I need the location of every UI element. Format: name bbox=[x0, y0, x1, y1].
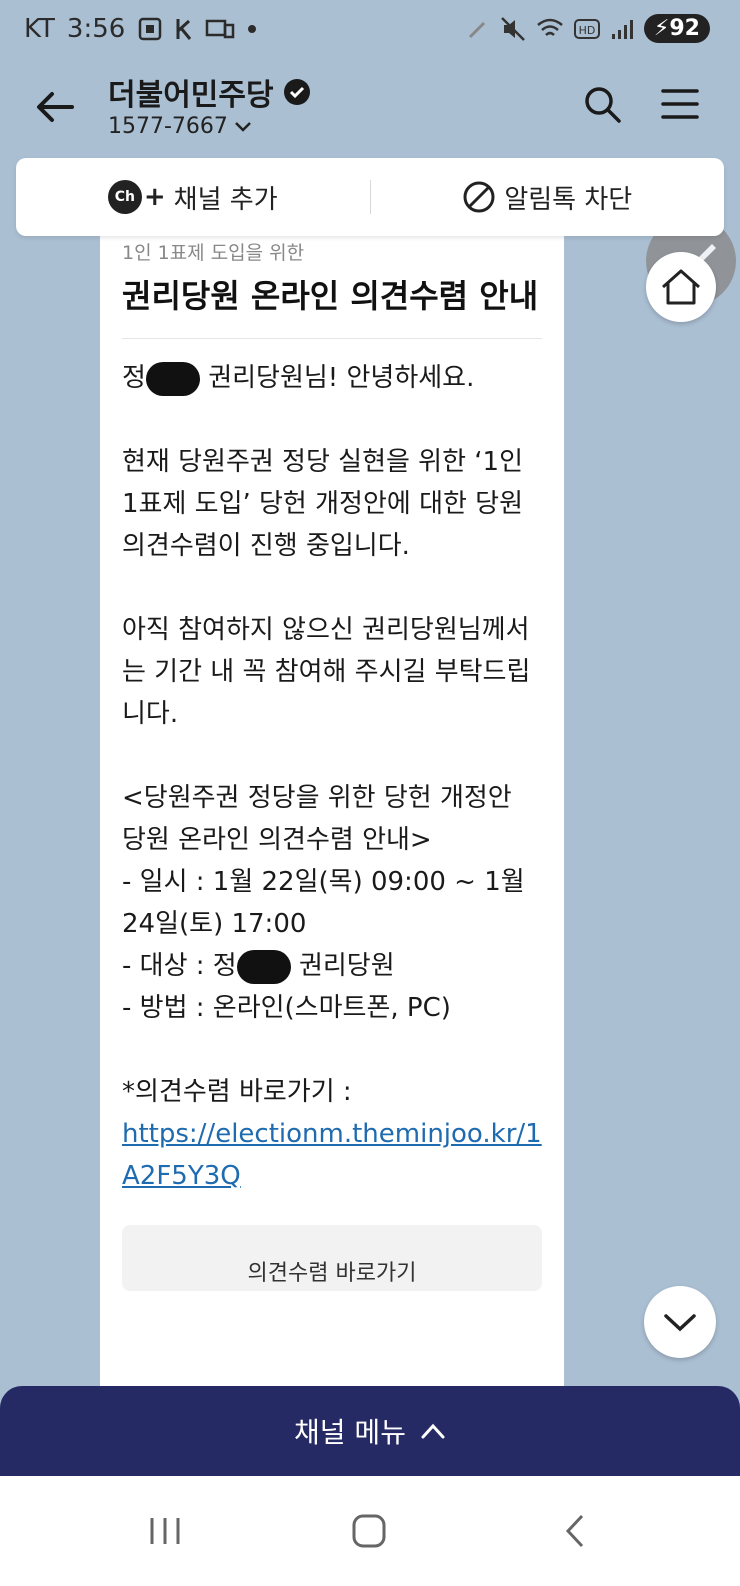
target-prefix: - 대상 : 정 bbox=[122, 951, 237, 981]
back-arrow-icon[interactable] bbox=[30, 82, 80, 132]
paragraph-2: 아직 참여하지 않으신 권리당원님께서는 기간 내 꼭 참여해 주시길 부탁드립… bbox=[122, 615, 531, 729]
channel-menu-label: 채널 메뉴 bbox=[294, 1416, 406, 1449]
paragraph-1: 현재 당원주권 정당 실현을 위한 ‘1인 1표제 도입’ 당헌 개정안에 대한… bbox=[122, 447, 524, 561]
survey-shortcut-button[interactable]: 의견수렴 바로가기 bbox=[122, 1225, 542, 1291]
greeting-suffix: 권리당원님! 안녕하세요. bbox=[208, 363, 475, 393]
channel-add-icon: Ch bbox=[107, 180, 142, 214]
add-channel-label: 채널 추가 bbox=[173, 184, 278, 215]
channel-action-bar: Ch + 채널 추가 알림톡 차단 bbox=[16, 158, 724, 236]
channel-menu-bar[interactable]: 채널 메뉴 bbox=[0, 1386, 740, 1476]
home-button[interactable] bbox=[646, 252, 716, 322]
redacted-name bbox=[145, 361, 200, 396]
link-label: *의견수렴 바로가기 : bbox=[122, 1077, 352, 1107]
plus-icon: + bbox=[143, 182, 166, 212]
block-alimtalk-button[interactable]: 알림톡 차단 bbox=[371, 179, 725, 216]
chevron-up-icon bbox=[421, 1423, 445, 1439]
block-alimtalk-label: 알림톡 차단 bbox=[504, 184, 633, 215]
notice-method: - 방법 : 온라인(스마트폰, PC) bbox=[122, 993, 451, 1023]
devices-icon bbox=[206, 19, 235, 39]
battery-level: 92 bbox=[669, 16, 700, 41]
hamburger-menu-icon[interactable] bbox=[660, 84, 700, 124]
channel-title[interactable]: 더불어민주당 bbox=[108, 70, 312, 114]
system-nav-bar bbox=[0, 1476, 740, 1586]
status-bar: KT 3:56 HD ⚡92 bbox=[0, 0, 740, 66]
message-headline: 권리당원 온라인 의견수렴 안내 bbox=[122, 272, 542, 339]
carrier-label: KT bbox=[24, 14, 55, 44]
search-icon[interactable] bbox=[582, 84, 622, 124]
phone-number: 1577-7667 bbox=[108, 114, 228, 139]
screenshot-icon bbox=[139, 17, 162, 41]
chevron-down-icon bbox=[664, 1314, 696, 1332]
channel-phone[interactable]: 1577-7667 bbox=[108, 114, 252, 139]
scroll-down-button[interactable] bbox=[644, 1286, 716, 1358]
redacted-name bbox=[236, 949, 291, 984]
verified-badge-icon bbox=[283, 79, 310, 105]
notice-target: - 대상 : 정 권리당원 bbox=[122, 945, 542, 987]
back-nav-icon[interactable] bbox=[550, 1506, 600, 1556]
greeting-prefix: 정 bbox=[122, 363, 146, 393]
survey-link[interactable]: https://electionm.theminjoo.kr/1A2F5Y3Q bbox=[122, 1119, 542, 1191]
notice-schedule: - 일시 : 1월 22일(목) 09:00 ~ 1월 24일(토) 17:00 bbox=[122, 867, 525, 939]
svg-text:HD: HD bbox=[579, 24, 596, 37]
message-card: 1인 1표제 도입을 위한 권리당원 온라인 의견수렴 안내 정 권리당원님! … bbox=[100, 236, 564, 1396]
signal-icon bbox=[611, 19, 633, 39]
mute-icon bbox=[501, 16, 525, 41]
target-suffix: 권리당원 bbox=[298, 951, 395, 981]
message-body: 정 권리당원님! 안녕하세요. 현재 당원주권 정당 실현을 위한 ‘1인 1표… bbox=[122, 357, 542, 1197]
add-channel-button[interactable]: Ch + 채널 추가 bbox=[16, 179, 370, 216]
greeting-line: 정 권리당원님! 안녕하세요. bbox=[122, 357, 542, 399]
block-icon bbox=[463, 181, 495, 213]
survey-shortcut-label: 의견수렴 바로가기 bbox=[247, 1261, 417, 1286]
chevron-down-icon bbox=[235, 121, 251, 132]
pen-icon bbox=[468, 21, 485, 38]
home-nav-icon[interactable] bbox=[344, 1506, 394, 1556]
clock: 3:56 bbox=[66, 14, 126, 44]
channel-name: 더불어민주당 bbox=[108, 78, 274, 113]
battery-indicator: ⚡92 bbox=[643, 14, 710, 43]
k-app-icon bbox=[176, 19, 192, 40]
dot-icon bbox=[248, 25, 257, 33]
message-subtitle: 1인 1표제 도입을 위한 bbox=[122, 242, 305, 264]
notice-title: <당원주권 정당을 위한 당헌 개정안 당원 온라인 의견수렴 안내> bbox=[122, 783, 512, 855]
survey-link-wrapper: https://electionm.theminjoo.kr/1A2F5Y3Q bbox=[122, 1113, 542, 1197]
hd-icon: HD bbox=[573, 18, 600, 39]
wifi-icon bbox=[537, 18, 563, 36]
home-icon bbox=[662, 269, 700, 305]
recent-apps-icon[interactable] bbox=[140, 1506, 190, 1556]
